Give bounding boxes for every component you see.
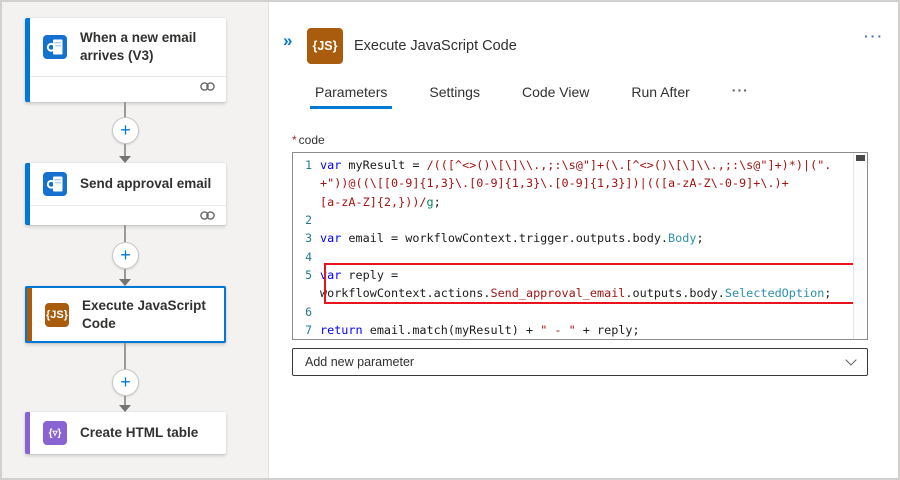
code-editor[interactable]: 1 var myResult = /(([^<>()\[\]\\.,;:\s@"… bbox=[292, 152, 868, 340]
tab-bar: Parameters Settings Code View Run After … bbox=[310, 82, 754, 109]
code-row[interactable]: +"))@((\[[0-9]{1,3}\.[0-9]{1,3}\.[0-9]{1… bbox=[293, 174, 853, 192]
outlook-icon bbox=[43, 172, 67, 196]
data-operation-icon: {▿} bbox=[43, 421, 67, 445]
code-row[interactable]: 7 return email.match(myResult) + " - " +… bbox=[293, 321, 853, 339]
step-card-create-html-table[interactable]: {▿} Create HTML table bbox=[25, 412, 226, 454]
card-accent-stripe bbox=[25, 412, 30, 454]
code-row[interactable]: 2 bbox=[293, 211, 853, 229]
collapse-panel-button[interactable]: » bbox=[283, 31, 293, 51]
code-row[interactable]: [a-zA-Z]{2,}))/g; bbox=[293, 193, 853, 211]
add-new-parameter-dropdown[interactable]: Add new parameter bbox=[292, 348, 868, 376]
add-step-button[interactable]: + bbox=[112, 369, 139, 396]
editor-scrollbar[interactable] bbox=[853, 153, 867, 339]
tab-run-after[interactable]: Run After bbox=[626, 82, 694, 109]
code-row[interactable]: workflowContext.actions.Send_approval_em… bbox=[293, 284, 853, 302]
connector-line bbox=[124, 102, 126, 118]
code-text: return email.match(myResult) + " - " + r… bbox=[320, 322, 640, 337]
editor-scrollbar-thumb[interactable] bbox=[856, 155, 865, 161]
tab-parameters[interactable]: Parameters bbox=[310, 82, 393, 109]
connector-arrow bbox=[119, 156, 131, 163]
workflow-canvas: When a new email arrives (V3) + Send app… bbox=[2, 2, 269, 478]
connector-line bbox=[124, 343, 126, 370]
step-card-execute-javascript-code[interactable]: {JS} Execute JavaScript Code bbox=[25, 286, 226, 343]
step-title: Send approval email bbox=[80, 176, 212, 191]
step-card-when-a-new-email-arrives[interactable]: When a new email arrives (V3) bbox=[25, 18, 226, 102]
javascript-code-icon: {JS} bbox=[307, 28, 343, 64]
line-number: 4 bbox=[305, 249, 312, 264]
code-text: [a-zA-Z]{2,}))/g; bbox=[320, 194, 441, 209]
line-number: 6 bbox=[305, 304, 312, 319]
connector-line bbox=[124, 225, 126, 243]
more-options-icon[interactable]: ··· bbox=[864, 28, 884, 44]
code-lines[interactable]: 1 var myResult = /(([^<>()\[\]\\.,;:\s@"… bbox=[293, 156, 853, 339]
add-step-button[interactable]: + bbox=[112, 242, 139, 269]
line-number: 2 bbox=[305, 213, 312, 228]
line-number: 7 bbox=[305, 322, 312, 337]
line-number: 5 bbox=[305, 267, 312, 282]
step-card-send-approval-email[interactable]: Send approval email bbox=[25, 163, 226, 225]
tab-settings[interactable]: Settings bbox=[424, 82, 485, 109]
step-title: Create HTML table bbox=[80, 425, 199, 440]
connection-icon bbox=[199, 209, 216, 227]
chevron-down-icon bbox=[845, 354, 857, 366]
add-new-parameter-label: Add new parameter bbox=[305, 355, 415, 369]
code-text: var email = workflowContext.trigger.outp… bbox=[320, 231, 704, 246]
outlook-icon bbox=[43, 35, 67, 59]
app-window: When a new email arrives (V3) + Send app… bbox=[0, 0, 900, 480]
code-text: var reply = bbox=[320, 267, 399, 282]
connector-arrow bbox=[119, 279, 131, 286]
code-text: workflowContext.actions.Send_approval_em… bbox=[320, 286, 832, 301]
code-row[interactable]: 5 var reply = bbox=[293, 266, 853, 284]
step-title: Execute JavaScript Code bbox=[82, 298, 206, 331]
code-row[interactable]: 4 bbox=[293, 247, 853, 265]
javascript-code-icon: {JS} bbox=[45, 303, 69, 327]
connector-arrow bbox=[119, 405, 131, 412]
card-accent-stripe bbox=[27, 288, 32, 341]
connection-icon bbox=[199, 80, 216, 98]
line-number: 1 bbox=[305, 158, 312, 173]
code-row[interactable]: 1 var myResult = /(([^<>()\[\]\\.,;:\s@"… bbox=[293, 156, 853, 174]
add-step-button[interactable]: + bbox=[112, 117, 139, 144]
action-detail-panel: » {JS} Execute JavaScript Code ··· Param… bbox=[270, 2, 898, 478]
tab-overflow-icon[interactable]: ··· bbox=[727, 82, 754, 109]
code-text: +"))@((\[[0-9]{1,3}\.[0-9]{1,3}\.[0-9]{1… bbox=[320, 176, 789, 191]
card-accent-stripe bbox=[25, 18, 30, 102]
code-field-label: * code bbox=[292, 133, 325, 147]
step-title: When a new email arrives (V3) bbox=[80, 30, 197, 63]
panel-title: Execute JavaScript Code bbox=[354, 38, 517, 54]
code-row[interactable]: 3 var email = workflowContext.trigger.ou… bbox=[293, 229, 853, 247]
code-row[interactable]: 6 bbox=[293, 302, 853, 320]
card-accent-stripe bbox=[25, 163, 30, 225]
tab-code-view[interactable]: Code View bbox=[517, 82, 594, 109]
required-marker: * bbox=[292, 133, 297, 147]
code-text: var myResult = /(([^<>()\[\]\\.,;:\s@"]+… bbox=[320, 158, 832, 173]
line-number: 3 bbox=[305, 231, 312, 246]
